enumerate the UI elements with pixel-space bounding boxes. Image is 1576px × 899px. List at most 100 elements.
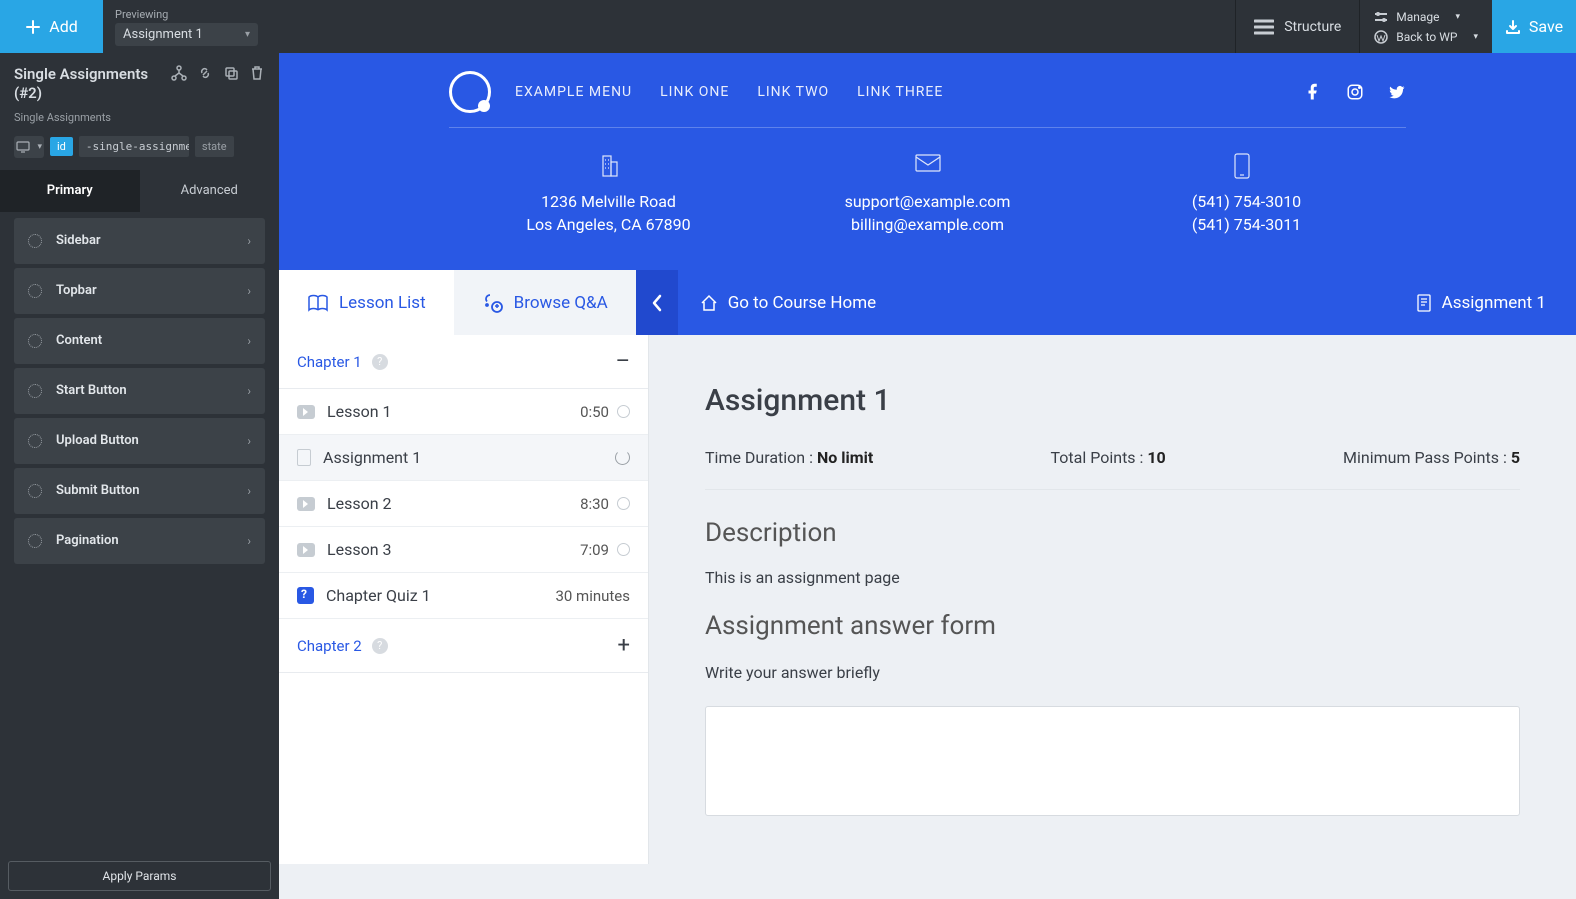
tab-primary[interactable]: Primary bbox=[0, 170, 140, 212]
section-sidebar[interactable]: Sidebar› bbox=[14, 218, 265, 264]
gear-icon bbox=[28, 484, 42, 498]
apply-params-button[interactable]: Apply Params bbox=[8, 861, 271, 891]
facebook-icon[interactable] bbox=[1304, 83, 1322, 101]
gear-icon bbox=[28, 234, 42, 248]
lesson-item[interactable]: Lesson 2 8:30 bbox=[279, 481, 648, 527]
section-start-button[interactable]: Start Button› bbox=[14, 368, 265, 414]
tab-browse-qa[interactable]: Browse Q&A bbox=[454, 270, 636, 335]
status-circle-icon bbox=[617, 497, 630, 510]
assignment-icon bbox=[297, 449, 311, 466]
hierarchy-icon[interactable] bbox=[171, 65, 187, 81]
chevron-right-icon: › bbox=[247, 384, 251, 398]
id-value[interactable]: -single-assignmen bbox=[79, 136, 189, 157]
gear-icon bbox=[28, 534, 42, 548]
plus-icon bbox=[25, 19, 41, 35]
section-upload-button[interactable]: Upload Button› bbox=[14, 418, 265, 464]
trash-icon[interactable] bbox=[249, 65, 265, 81]
tab-advanced[interactable]: Advanced bbox=[140, 170, 280, 212]
chapter-1[interactable]: Chapter 1 ? – bbox=[279, 335, 648, 389]
manage-button[interactable]: Manage ▾ bbox=[1360, 7, 1492, 27]
nav-item[interactable]: EXAMPLE MENU bbox=[515, 84, 632, 100]
copy-icon[interactable] bbox=[223, 65, 239, 81]
manage-label: Manage bbox=[1396, 10, 1439, 24]
help-icon: ? bbox=[372, 354, 388, 370]
chevron-right-icon: › bbox=[247, 534, 251, 548]
quiz-icon bbox=[297, 587, 314, 604]
current-item: Assignment 1 bbox=[1386, 270, 1576, 335]
save-button[interactable]: Save bbox=[1492, 0, 1576, 53]
tab-lesson-list[interactable]: Lesson List bbox=[279, 270, 454, 335]
add-button[interactable]: Add bbox=[0, 0, 103, 53]
help-icon: ? bbox=[372, 638, 388, 654]
description-text: This is an assignment page bbox=[705, 568, 1520, 587]
mail-icon bbox=[914, 152, 942, 174]
previewing-select[interactable]: Assignment 1 ▾ bbox=[115, 23, 258, 46]
sidebar-title: Single Assignments (#2) bbox=[14, 65, 171, 103]
info-phone: (541) 754-3010 (541) 754-3011 bbox=[1087, 152, 1406, 236]
chevron-right-icon: › bbox=[247, 484, 251, 498]
status-circle-icon bbox=[617, 543, 630, 556]
twitter-icon[interactable] bbox=[1388, 83, 1406, 101]
gear-icon bbox=[28, 384, 42, 398]
device-select[interactable] bbox=[14, 136, 44, 158]
previewing-value: Assignment 1 bbox=[123, 27, 203, 42]
instagram-icon[interactable] bbox=[1346, 83, 1364, 101]
chevron-right-icon: › bbox=[247, 434, 251, 448]
video-icon bbox=[297, 497, 315, 511]
sliders-icon bbox=[1374, 11, 1388, 23]
section-content[interactable]: Content› bbox=[14, 318, 265, 364]
status-circle-icon bbox=[617, 405, 630, 418]
lesson-item[interactable]: Lesson 1 0:50 bbox=[279, 389, 648, 435]
qa-icon bbox=[482, 292, 504, 314]
course-bar: Lesson List Browse Q&A Go to Course Home… bbox=[279, 270, 1576, 335]
lesson-item[interactable]: Assignment 1 bbox=[279, 435, 648, 481]
description-heading: Description bbox=[705, 518, 1520, 548]
structure-icon bbox=[1254, 19, 1274, 35]
add-label: Add bbox=[49, 17, 77, 36]
building-icon bbox=[595, 152, 623, 180]
meta-time: Time Duration : No limit bbox=[705, 448, 873, 467]
plus-icon: + bbox=[618, 633, 630, 658]
section-topbar[interactable]: Topbar› bbox=[14, 268, 265, 314]
answer-label: Write your answer briefly bbox=[705, 663, 1520, 682]
back-to-wp-label: Back to WP bbox=[1396, 30, 1457, 44]
loading-icon bbox=[615, 450, 630, 465]
wordpress-icon bbox=[1374, 30, 1388, 44]
id-chip[interactable]: id bbox=[50, 137, 73, 156]
lesson-item[interactable]: Chapter Quiz 1 30 minutes bbox=[279, 573, 648, 619]
previewing-block: Previewing Assignment 1 ▾ bbox=[103, 0, 270, 53]
document-icon bbox=[1416, 294, 1432, 312]
section-pagination[interactable]: Pagination› bbox=[14, 518, 265, 564]
answer-textarea[interactable] bbox=[705, 706, 1520, 816]
desktop-icon bbox=[16, 141, 30, 153]
nav-item[interactable]: LINK THREE bbox=[857, 84, 943, 100]
structure-label: Structure bbox=[1284, 19, 1341, 35]
link-icon[interactable] bbox=[197, 65, 213, 81]
course-home-link[interactable]: Go to Course Home bbox=[678, 270, 1386, 335]
meta-points: Total Points : 10 bbox=[1051, 448, 1166, 467]
chapter-2[interactable]: Chapter 2 ? + bbox=[279, 619, 648, 673]
section-submit-button[interactable]: Submit Button› bbox=[14, 468, 265, 514]
chevron-right-icon: › bbox=[247, 234, 251, 248]
nav-item[interactable]: LINK TWO bbox=[757, 84, 829, 100]
video-icon bbox=[297, 405, 315, 419]
video-icon bbox=[297, 543, 315, 557]
previewing-label: Previewing bbox=[115, 8, 258, 21]
meta-min-pass: Minimum Pass Points : 5 bbox=[1343, 448, 1520, 467]
save-icon bbox=[1505, 19, 1521, 35]
form-heading: Assignment answer form bbox=[705, 611, 1520, 641]
sidebar-subtitle: Single Assignments bbox=[0, 111, 279, 130]
lesson-item[interactable]: Lesson 3 7:09 bbox=[279, 527, 648, 573]
gear-icon bbox=[28, 434, 42, 448]
structure-button[interactable]: Structure bbox=[1235, 0, 1359, 53]
nav-item[interactable]: LINK ONE bbox=[660, 84, 729, 100]
gear-icon bbox=[28, 334, 42, 348]
state-chip[interactable]: state bbox=[195, 136, 234, 157]
chevron-down-icon: ▾ bbox=[245, 29, 250, 40]
logo-icon bbox=[449, 71, 491, 113]
back-to-wp-button[interactable]: Back to WP ▾ bbox=[1360, 27, 1492, 47]
preview-canvas: EXAMPLE MENU LINK ONE LINK TWO LINK THRE… bbox=[279, 53, 1576, 899]
home-icon bbox=[700, 294, 718, 312]
minus-icon: – bbox=[616, 349, 630, 374]
collapse-sidebar-button[interactable] bbox=[636, 270, 678, 335]
